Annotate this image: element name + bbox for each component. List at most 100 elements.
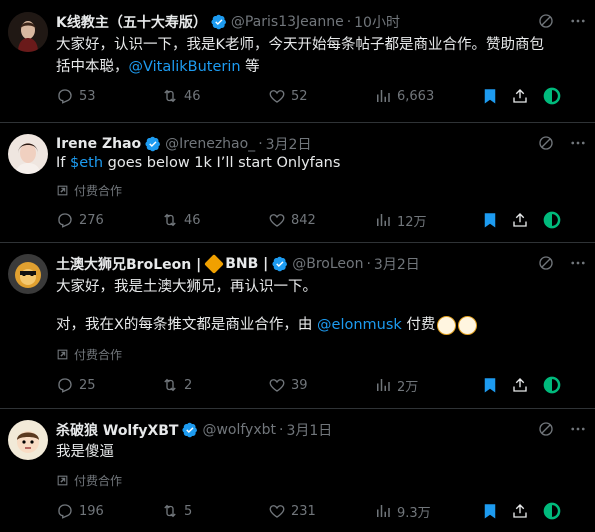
more-icon[interactable] <box>569 420 587 438</box>
tweet-text: 大家好，我是土澳大狮兄，再认识一下。 对，我在X的每条推文都是商业合作，由 @e… <box>56 276 583 336</box>
not-interested-icon[interactable] <box>537 420 555 438</box>
timestamp[interactable]: 10小时 <box>354 12 400 32</box>
author-name[interactable]: K线教主（五十大寿版） <box>56 12 207 32</box>
bookmark-icon[interactable] <box>481 502 499 520</box>
timestamp[interactable]: 3月1日 <box>286 420 332 440</box>
author-name[interactable]: Irene Zhao <box>56 136 141 152</box>
like-icon <box>268 211 286 229</box>
retweet-count: 5 <box>184 503 193 519</box>
grok-icon[interactable] <box>542 210 562 230</box>
views-icon <box>374 502 392 520</box>
timestamp[interactable]: 3月2日 <box>266 134 312 154</box>
retweet-icon <box>161 87 179 105</box>
avatar[interactable] <box>8 254 48 294</box>
retweet-button[interactable]: 2 <box>161 376 192 394</box>
paid-partnership-label: 付费合作 <box>56 472 122 489</box>
share-icon[interactable] <box>511 211 529 229</box>
avatar[interactable] <box>8 134 48 174</box>
mention-link[interactable]: @elonmusk <box>317 317 402 333</box>
tweet-text-line: 大家好，我是土澳大狮兄，再认识一下。 <box>56 279 317 295</box>
tweet[interactable]: 杀破狼 WolfyXBT @wolfyxbt · 3月1日 我是傻逼 付费合作 … <box>0 408 595 532</box>
grok-icon[interactable] <box>542 501 562 521</box>
author-handle[interactable]: @Paris13Jeanne <box>231 14 344 30</box>
tweet-text-line: 括中本聪，@VitalikButerin 等 <box>56 56 583 78</box>
text-segment: If <box>56 155 70 171</box>
views-button[interactable]: 2万 <box>374 376 418 395</box>
avatar[interactable] <box>8 420 48 460</box>
tweet-header: Irene Zhao @Irenezhao_ · 3月2日 <box>56 134 587 154</box>
more-icon[interactable] <box>569 12 587 30</box>
paid-label-text: 付费合作 <box>74 184 123 198</box>
more-icon[interactable] <box>569 254 587 272</box>
not-interested-icon[interactable] <box>537 254 555 272</box>
reply-icon <box>56 211 74 229</box>
retweet-count: 46 <box>184 212 201 228</box>
separator-dot: · <box>279 422 284 438</box>
share-icon[interactable] <box>511 87 529 105</box>
not-interested-icon[interactable] <box>537 134 555 152</box>
reply-button[interactable]: 276 <box>56 211 104 229</box>
bookmark-icon[interactable] <box>481 87 499 105</box>
mention-link[interactable]: @VitalikButerin <box>129 59 241 75</box>
reply-button[interactable]: 196 <box>56 502 104 520</box>
share-icon[interactable] <box>511 376 529 394</box>
author-name[interactable]: 杀破狼 WolfyXBT <box>56 420 178 440</box>
like-button[interactable]: 231 <box>268 502 316 520</box>
text-segment: 括中本聪， <box>56 59 129 75</box>
bookmark-icon[interactable] <box>481 376 499 394</box>
view-count: 6,663 <box>397 88 435 104</box>
avatar[interactable] <box>8 12 48 52</box>
cashtag-link[interactable]: $eth <box>70 155 103 171</box>
grok-icon[interactable] <box>542 86 562 106</box>
tweet[interactable]: Irene Zhao @Irenezhao_ · 3月2日 If $eth go… <box>0 122 595 243</box>
views-icon <box>374 87 392 105</box>
like-button[interactable]: 39 <box>268 376 308 394</box>
tweet-header: K线教主（五十大寿版） @Paris13Jeanne · 10小时 <box>56 12 587 32</box>
view-count: 12万 <box>397 214 427 230</box>
views-button[interactable]: 6,663 <box>374 87 434 105</box>
author-handle[interactable]: @Irenezhao_ <box>165 136 255 152</box>
tweet-text-line: 我是傻逼 <box>56 444 114 460</box>
reply-count: 53 <box>79 88 96 104</box>
verified-icon <box>182 422 198 438</box>
retweet-button[interactable]: 46 <box>161 211 201 229</box>
like-count: 52 <box>291 88 308 104</box>
retweet-icon <box>161 502 179 520</box>
views-button[interactable]: 12万 <box>374 211 427 230</box>
tweet-text: 我是傻逼 <box>56 441 583 463</box>
not-interested-icon[interactable] <box>537 12 555 30</box>
text-segment: goes below 1k I’ll start Onlyfans <box>103 155 341 171</box>
reply-count: 25 <box>79 377 96 393</box>
like-button[interactable]: 842 <box>268 211 316 229</box>
retweet-button[interactable]: 46 <box>161 87 201 105</box>
like-count: 231 <box>291 503 316 519</box>
retweet-count: 2 <box>184 377 193 393</box>
reply-button[interactable]: 53 <box>56 87 96 105</box>
share-icon[interactable] <box>511 502 529 520</box>
more-icon[interactable] <box>569 134 587 152</box>
like-count: 39 <box>291 377 308 393</box>
bookmark-icon[interactable] <box>481 211 499 229</box>
grok-icon[interactable] <box>542 375 562 395</box>
author-handle[interactable]: @wolfyxbt <box>202 422 276 438</box>
verified-icon <box>211 14 227 30</box>
views-icon <box>374 376 392 394</box>
tweet[interactable]: 土澳大狮兄BroLeon | BNB | @BroLeon · 3月2日 大家好… <box>0 242 595 409</box>
tweet[interactable]: K线教主（五十大寿版） @Paris13Jeanne · 10小时 大家好，认识… <box>0 0 595 123</box>
action-bar: 276 46 842 12万 <box>56 209 587 231</box>
separator-dot: · <box>258 136 263 152</box>
header-actions <box>537 12 587 30</box>
header-actions <box>537 254 587 272</box>
like-button[interactable]: 52 <box>268 87 308 105</box>
tweet-text: 大家好，认识一下，我是K老师，今天开始每条帖子都是商业合作。赞助商包 括中本聪，… <box>56 34 583 78</box>
reply-count: 276 <box>79 212 104 228</box>
timestamp[interactable]: 3月2日 <box>374 254 420 274</box>
reply-button[interactable]: 25 <box>56 376 96 394</box>
author-handle[interactable]: @BroLeon <box>292 256 363 272</box>
separator-dot: · <box>366 256 371 272</box>
retweet-button[interactable]: 5 <box>161 502 192 520</box>
views-button[interactable]: 9.3万 <box>374 502 431 521</box>
author-name[interactable]: 土澳大狮兄BroLeon | <box>56 254 201 274</box>
view-count: 2万 <box>397 379 419 395</box>
